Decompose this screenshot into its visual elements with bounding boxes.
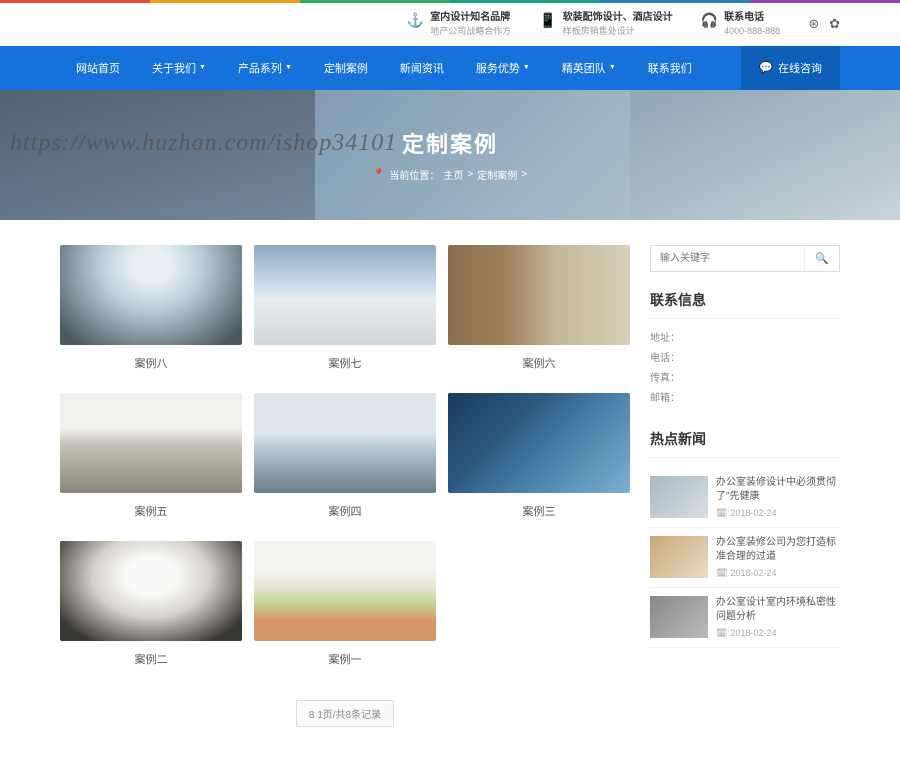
search-input[interactable] xyxy=(651,246,804,271)
case-card[interactable]: 案例五 xyxy=(60,393,242,527)
main-nav: 网站首页 关于我们▼ 产品系列▼ 定制案例 新闻资讯 服务优势▼ 精英团队▼ 联… xyxy=(0,46,900,90)
case-title: 案例一 xyxy=(254,641,436,675)
calendar-icon: 🗓 xyxy=(716,628,727,639)
news-title: 办公室装修设计中必须贯彻了"先健康 xyxy=(716,476,840,504)
news-date: 🗓2018-02-24 xyxy=(716,568,840,579)
case-card[interactable]: 案例一 xyxy=(254,541,436,675)
news-item[interactable]: 办公室设计室内环境私密性问题分析 🗓2018-02-24 xyxy=(650,588,840,648)
chevron-down-icon: ▼ xyxy=(609,64,616,71)
news-title: 办公室装修公司为您打造标准合理的过道 xyxy=(716,536,840,564)
calendar-icon: 🗓 xyxy=(716,508,727,519)
breadcrumb-home[interactable]: 主页 xyxy=(443,167,463,182)
case-image xyxy=(254,393,436,493)
contact-fax: 传真： xyxy=(650,369,840,389)
news-thumb xyxy=(650,596,708,638)
social-icons: ⊛ ✿ xyxy=(808,16,840,32)
case-title: 案例五 xyxy=(60,493,242,527)
case-title: 案例八 xyxy=(60,345,242,379)
phone-title: 联系电话 xyxy=(724,11,780,25)
news-item[interactable]: 办公室装修公司为您打造标准合理的过道 🗓2018-02-24 xyxy=(650,528,840,588)
nav-team[interactable]: 精英团队▼ xyxy=(546,46,632,90)
case-card[interactable]: 案例七 xyxy=(254,245,436,379)
brand-sub: 地产公司战略合作方 xyxy=(430,25,511,38)
service-sub: 样板房销售处设计 xyxy=(563,25,673,38)
online-chat-button[interactable]: 💬在线咨询 xyxy=(741,46,840,90)
chat-icon: 💬 xyxy=(759,61,773,74)
service-title: 软装配饰设计、酒店设计 xyxy=(563,11,673,25)
case-title: 案例二 xyxy=(60,641,242,675)
weibo-icon[interactable]: ⊛ xyxy=(808,16,819,32)
case-image xyxy=(60,245,242,345)
mobile-icon: 📱 xyxy=(539,12,556,29)
case-card[interactable]: 案例四 xyxy=(254,393,436,527)
contact-title: 联系信息 xyxy=(650,290,840,319)
case-title: 案例三 xyxy=(448,493,630,527)
case-card[interactable]: 案例八 xyxy=(60,245,242,379)
nav-cases[interactable]: 定制案例 xyxy=(308,46,384,90)
case-card[interactable]: 案例六 xyxy=(448,245,630,379)
nav-news[interactable]: 新闻资讯 xyxy=(384,46,460,90)
hot-news-list: 办公室装修设计中必须贯彻了"先健康 🗓2018-02-24 办公室装修公司为您打… xyxy=(650,468,840,648)
phone-info: 🎧 联系电话 4000-888-888 xyxy=(701,11,781,38)
news-title: 办公室设计室内环境私密性问题分析 xyxy=(716,596,840,624)
sidebar: 🔍 联系信息 地址： 电话： 传真： 邮箱： 热点新闻 办公室装修设计中必须贯彻… xyxy=(650,245,840,727)
rainbow-top-bar xyxy=(0,0,900,3)
case-image xyxy=(448,245,630,345)
pagination: 8 1页/共8条记录 xyxy=(60,700,630,727)
search-box: 🔍 xyxy=(650,245,840,272)
case-title: 案例六 xyxy=(448,345,630,379)
contact-address: 地址： xyxy=(650,329,840,349)
search-button[interactable]: 🔍 xyxy=(804,246,839,271)
contact-info: 地址： 电话： 传真： 邮箱： xyxy=(650,329,840,409)
nav-home[interactable]: 网站首页 xyxy=(60,46,136,90)
calendar-icon: 🗓 xyxy=(716,568,727,579)
case-list: 案例八 案例七 案例六 案例五 案例四 案例三 案例二 案例一 8 1页/共8条… xyxy=(60,245,630,727)
news-date: 🗓2018-02-24 xyxy=(716,508,840,519)
nav-service[interactable]: 服务优势▼ xyxy=(460,46,546,90)
top-info-bar: ⚓ 室内设计知名品牌 地产公司战略合作方 📱 软装配饰设计、酒店设计 样板房销售… xyxy=(60,3,840,46)
case-card[interactable]: 案例二 xyxy=(60,541,242,675)
breadcrumb-current[interactable]: 定制案例 xyxy=(477,167,517,182)
hot-news-title: 热点新闻 xyxy=(650,429,840,458)
pager-info: 8 1页/共8条记录 xyxy=(296,700,394,727)
headset-icon: 🎧 xyxy=(701,12,718,29)
case-image xyxy=(254,541,436,641)
watermark-text: https://www.huzhan.com/ishop34101 xyxy=(0,130,397,157)
anchor-icon: ⚓ xyxy=(407,12,424,29)
news-thumb xyxy=(650,476,708,518)
brand-info: ⚓ 室内设计知名品牌 地产公司战略合作方 xyxy=(407,11,511,38)
contact-tel: 电话： xyxy=(650,349,840,369)
case-image xyxy=(60,541,242,641)
case-card[interactable]: 案例三 xyxy=(448,393,630,527)
brand-title: 室内设计知名品牌 xyxy=(430,11,511,25)
case-title: 案例七 xyxy=(254,345,436,379)
contact-mail: 邮箱： xyxy=(650,389,840,409)
nav-about[interactable]: 关于我们▼ xyxy=(136,46,222,90)
nav-contact[interactable]: 联系我们 xyxy=(632,46,708,90)
case-title: 案例四 xyxy=(254,493,436,527)
chevron-down-icon: ▼ xyxy=(199,64,206,71)
wechat-icon[interactable]: ✿ xyxy=(829,16,840,32)
case-image xyxy=(448,393,630,493)
news-date: 🗓2018-02-24 xyxy=(716,628,840,639)
breadcrumb: 📍 当前位置： 主页 > 定制案例 > xyxy=(373,167,527,182)
news-item[interactable]: 办公室装修设计中必须贯彻了"先健康 🗓2018-02-24 xyxy=(650,468,840,528)
chevron-down-icon: ▼ xyxy=(285,64,292,71)
nav-products[interactable]: 产品系列▼ xyxy=(222,46,308,90)
service-info: 📱 软装配饰设计、酒店设计 样板房销售处设计 xyxy=(539,11,672,38)
case-image xyxy=(254,245,436,345)
pin-icon: 📍 xyxy=(373,169,385,180)
case-image xyxy=(60,393,242,493)
page-title: 定制案例 xyxy=(402,127,498,159)
news-thumb xyxy=(650,536,708,578)
search-icon: 🔍 xyxy=(815,253,829,265)
phone-number: 4000-888-888 xyxy=(724,25,780,38)
chevron-down-icon: ▼ xyxy=(523,64,530,71)
